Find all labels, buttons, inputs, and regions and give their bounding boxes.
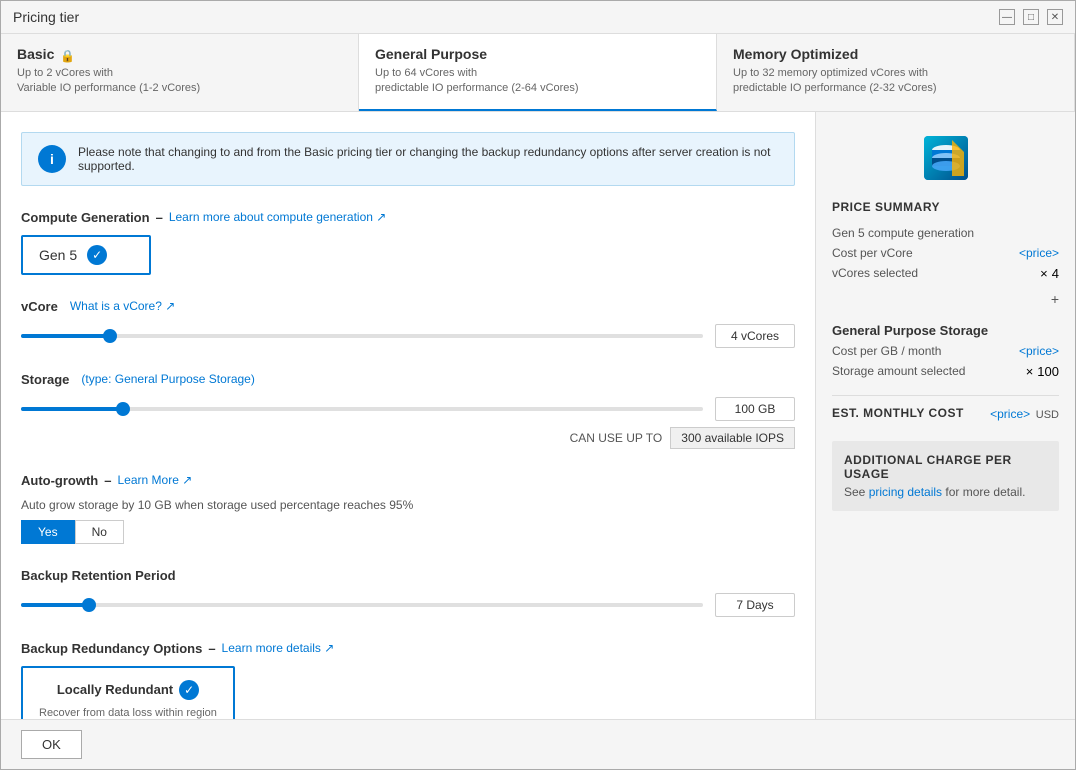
auto-growth-yes[interactable]: Yes — [21, 520, 75, 544]
right-panel: PRICE SUMMARY Gen 5 compute generation C… — [815, 112, 1075, 719]
title-bar: Pricing tier — □ ✕ — [1, 1, 1075, 34]
est-monthly-label: EST. MONTHLY COST — [832, 406, 964, 420]
main-content: i Please note that changing to and from … — [1, 112, 815, 719]
close-button[interactable]: ✕ — [1047, 9, 1063, 25]
additional-charge-box: ADDITIONAL CHARGE PER USAGE See pricing … — [832, 441, 1059, 511]
vcore-value-display: 4 vCores — [715, 324, 795, 348]
compute-gen-value: Gen 5 — [39, 247, 77, 263]
database-logo-icon — [920, 132, 972, 184]
info-banner: i Please note that changing to and from … — [21, 132, 795, 186]
tab-general-purpose[interactable]: General Purpose Up to 64 vCores withpred… — [359, 34, 717, 111]
locally-redundant-check: ✓ — [179, 680, 199, 700]
vcores-selected-label: vCores selected — [832, 266, 918, 280]
locally-redundant-desc: Recover from data loss within region — [39, 706, 217, 719]
vcore-slider-container: 4 vCores — [21, 324, 795, 348]
auto-growth-toggle: Yes No — [21, 520, 795, 544]
backup-redundancy-link[interactable]: Learn more details ↗ — [222, 641, 335, 655]
vcores-multiply: × 4 — [1040, 266, 1059, 281]
storage-amount-row: Storage amount selected × 100 — [832, 364, 1059, 379]
vcore-section: vCore What is a vCore? ↗ 4 vCores — [21, 299, 795, 348]
iops-can-use-label: CAN USE UP TO — [570, 431, 663, 445]
window-controls: — □ ✕ — [999, 9, 1063, 25]
storage-amount-label: Storage amount selected — [832, 364, 965, 378]
storage-slider-track[interactable] — [21, 407, 703, 411]
backup-retention-section: Backup Retention Period 7 Days — [21, 568, 795, 617]
ok-button[interactable]: OK — [21, 730, 82, 759]
compute-gen-summary-label: Gen 5 compute generation — [832, 226, 974, 240]
compute-gen-check: ✓ — [87, 245, 107, 265]
auto-growth-section: Auto-growth – Learn More ↗ Auto grow sto… — [21, 473, 795, 544]
backup-retention-label: Backup Retention Period — [21, 568, 795, 583]
pricing-tier-window: Pricing tier — □ ✕ Basic 🔒 Up to 2 vCore… — [0, 0, 1076, 770]
cost-per-vcore-label: Cost per vCore — [832, 246, 913, 260]
storage-value-display: 100 GB — [715, 397, 795, 421]
storage-multiply: × 100 — [1026, 364, 1059, 379]
backup-redundancy-label: Backup Redundancy Options – Learn more d… — [21, 641, 795, 656]
est-monthly-currency: USD — [1036, 409, 1059, 421]
est-monthly-value: <price> — [990, 407, 1030, 421]
auto-growth-link[interactable]: Learn More ↗ — [118, 473, 193, 487]
pricing-tabs: Basic 🔒 Up to 2 vCores withVariable IO p… — [1, 34, 1075, 112]
vcore-link[interactable]: What is a vCore? ↗ — [70, 299, 175, 313]
est-monthly-row: EST. MONTHLY COST <price> USD — [832, 406, 1059, 421]
backup-retention-slider-track[interactable] — [21, 603, 703, 607]
cost-per-vcore-value: <price> — [1019, 246, 1059, 260]
footer-bar: OK — [1, 719, 1075, 769]
tab-memory-optimized[interactable]: Memory Optimized Up to 32 memory optimiz… — [717, 34, 1075, 111]
maximize-button[interactable]: □ — [1023, 9, 1039, 25]
compute-generation-section: Compute Generation – Learn more about co… — [21, 210, 795, 275]
iops-bar: CAN USE UP TO 300 available IOPS — [21, 427, 795, 449]
storage-label: Storage (type: General Purpose Storage) — [21, 372, 795, 387]
info-banner-text: Please note that changing to and from th… — [78, 145, 778, 173]
backup-retention-slider-container: 7 Days — [21, 593, 795, 617]
iops-value: 300 available IOPS — [670, 427, 795, 449]
lock-icon: 🔒 — [60, 49, 75, 63]
product-logo — [832, 132, 1059, 184]
storage-section: Storage (type: General Purpose Storage) … — [21, 372, 795, 449]
price-summary-title: PRICE SUMMARY — [832, 200, 1059, 214]
additional-charge-desc: See pricing details for more detail. — [844, 485, 1047, 499]
backup-redundancy-options: Locally Redundant ✓ Recover from data lo… — [21, 666, 795, 719]
pricing-details-link[interactable]: pricing details — [869, 485, 942, 499]
locally-redundant-title: Locally Redundant — [57, 682, 173, 697]
locally-redundant-card[interactable]: Locally Redundant ✓ Recover from data lo… — [21, 666, 235, 719]
cost-per-gb-value: <price> — [1019, 344, 1059, 358]
compute-gen-link[interactable]: Learn more about compute generation ↗ — [169, 210, 387, 224]
auto-growth-desc: Auto grow storage by 10 GB when storage … — [21, 498, 795, 512]
minimize-button[interactable]: — — [999, 9, 1015, 25]
auto-growth-label: Auto-growth – Learn More ↗ — [21, 473, 795, 488]
window-title: Pricing tier — [13, 9, 79, 25]
backup-retention-value: 7 Days — [715, 593, 795, 617]
vcore-slider-track[interactable] — [21, 334, 703, 338]
vcores-selected-row: vCores selected × 4 — [832, 266, 1059, 281]
compute-generation-label: Compute Generation – Learn more about co… — [21, 210, 795, 225]
vcore-label: vCore What is a vCore? ↗ — [21, 299, 795, 314]
additional-charge-title: ADDITIONAL CHARGE PER USAGE — [844, 453, 1047, 481]
vcores-count: 4 — [1052, 266, 1059, 281]
info-icon: i — [38, 145, 66, 173]
compute-gen-selector[interactable]: Gen 5 ✓ — [21, 235, 151, 275]
cost-per-gb-row: Cost per GB / month <price> — [832, 344, 1059, 358]
cost-per-gb-label: Cost per GB / month — [832, 344, 941, 358]
compute-gen-row: Gen 5 compute generation — [832, 226, 1059, 240]
storage-amount-value: 100 — [1037, 364, 1059, 379]
storage-slider-container: 100 GB — [21, 397, 795, 421]
backup-redundancy-section: Backup Redundancy Options – Learn more d… — [21, 641, 795, 719]
content-area: i Please note that changing to and from … — [1, 112, 1075, 719]
storage-type: (type: General Purpose Storage) — [81, 372, 254, 386]
auto-growth-no[interactable]: No — [75, 520, 124, 544]
storage-summary-title: General Purpose Storage — [832, 323, 1059, 338]
plus-divider: + — [832, 291, 1059, 307]
tab-basic[interactable]: Basic 🔒 Up to 2 vCores withVariable IO p… — [1, 34, 359, 111]
price-divider — [832, 395, 1059, 396]
cost-per-vcore-row: Cost per vCore <price> — [832, 246, 1059, 260]
